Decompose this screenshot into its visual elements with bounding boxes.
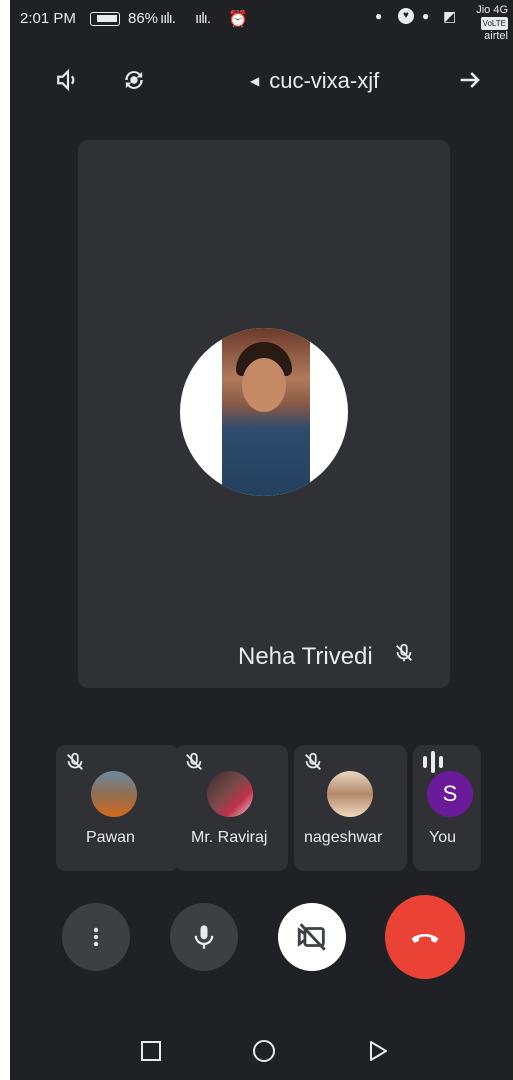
mic-icon bbox=[194, 925, 214, 949]
main-participant-tile[interactable]: Neha Trivedi bbox=[78, 140, 450, 688]
notification-icon: ● bbox=[422, 9, 430, 23]
app-notification-icon: ♥ bbox=[398, 8, 414, 24]
participant-name: nageshwar bbox=[304, 829, 383, 846]
more-options-icon bbox=[93, 927, 99, 947]
mic-off-icon bbox=[393, 642, 415, 671]
participant-tile-self[interactable]: S You bbox=[413, 745, 481, 871]
mic-off-icon bbox=[302, 751, 324, 778]
avatar: S bbox=[427, 771, 473, 817]
end-call-button[interactable] bbox=[385, 895, 465, 979]
avatar bbox=[327, 771, 373, 817]
caret-icon: ◀ bbox=[250, 74, 260, 88]
battery-icon bbox=[90, 12, 120, 26]
mic-off-icon bbox=[64, 751, 86, 778]
meet-call-screen: 2:01 PM 86% ıılı. ıılı. ⏰ ● ♥ ● ◩ Jio 4G… bbox=[10, 0, 513, 1080]
battery-percent: 86% bbox=[128, 10, 159, 27]
volte-badge: VoLTE bbox=[480, 17, 508, 30]
meeting-code: cuc-vixa-xjf bbox=[269, 68, 380, 93]
mic-button[interactable] bbox=[170, 903, 238, 971]
participant-name: Neha Trivedi bbox=[238, 642, 373, 670]
signal-icon: ıılı. bbox=[160, 10, 176, 27]
avatar bbox=[91, 771, 137, 817]
system-nav-bar bbox=[10, 1025, 513, 1080]
participant-name: You bbox=[429, 829, 456, 846]
status-time: 2:01 PM bbox=[20, 10, 76, 27]
arrow-back-icon[interactable] bbox=[450, 60, 490, 100]
participant-tile[interactable]: nageshwar bbox=[294, 745, 407, 871]
participant-tile[interactable]: Mr. Raviraj bbox=[175, 745, 288, 871]
back-icon[interactable] bbox=[364, 1037, 392, 1065]
home-icon[interactable] bbox=[250, 1037, 278, 1065]
recent-apps-icon[interactable] bbox=[137, 1037, 165, 1065]
end-call-icon bbox=[411, 934, 439, 943]
meeting-title[interactable]: ◀ cuc-vixa-xjf bbox=[250, 68, 379, 94]
camera-button[interactable] bbox=[278, 903, 346, 971]
speaker-icon[interactable] bbox=[48, 60, 88, 100]
participant-name: Mr. Raviraj bbox=[191, 829, 268, 846]
notification-icon: ◩ bbox=[443, 8, 457, 24]
alarm-icon: ⏰ bbox=[228, 11, 248, 28]
flip-camera-icon[interactable] bbox=[114, 60, 154, 100]
camera-off-icon bbox=[297, 923, 326, 951]
carrier-bottom: airtel bbox=[484, 30, 508, 42]
avatar bbox=[207, 771, 253, 817]
profile-photo bbox=[222, 328, 310, 496]
more-options-button[interactable] bbox=[62, 903, 130, 971]
main-participant-label: Neha Trivedi bbox=[238, 642, 415, 671]
carrier-info: Jio 4G VoLTE airtel bbox=[460, 4, 508, 43]
status-bar: 2:01 PM 86% ıılı. ıılı. ⏰ ● ♥ ● ◩ Jio 4G… bbox=[10, 0, 513, 43]
carrier-top: Jio 4G bbox=[476, 4, 508, 16]
mic-off-icon bbox=[183, 751, 205, 778]
call-top-bar: ◀ cuc-vixa-xjf bbox=[10, 50, 513, 110]
speaking-indicator-icon bbox=[423, 751, 443, 773]
notification-icon: ● bbox=[375, 9, 383, 23]
call-controls bbox=[10, 895, 513, 985]
signal-icon: ıılı. bbox=[195, 10, 211, 27]
participant-tile[interactable]: Pawan bbox=[56, 745, 179, 871]
participant-name: Pawan bbox=[86, 829, 135, 846]
avatar bbox=[180, 328, 348, 496]
participants-strip: Pawan Mr. Raviraj nageshwar S You bbox=[10, 745, 513, 873]
